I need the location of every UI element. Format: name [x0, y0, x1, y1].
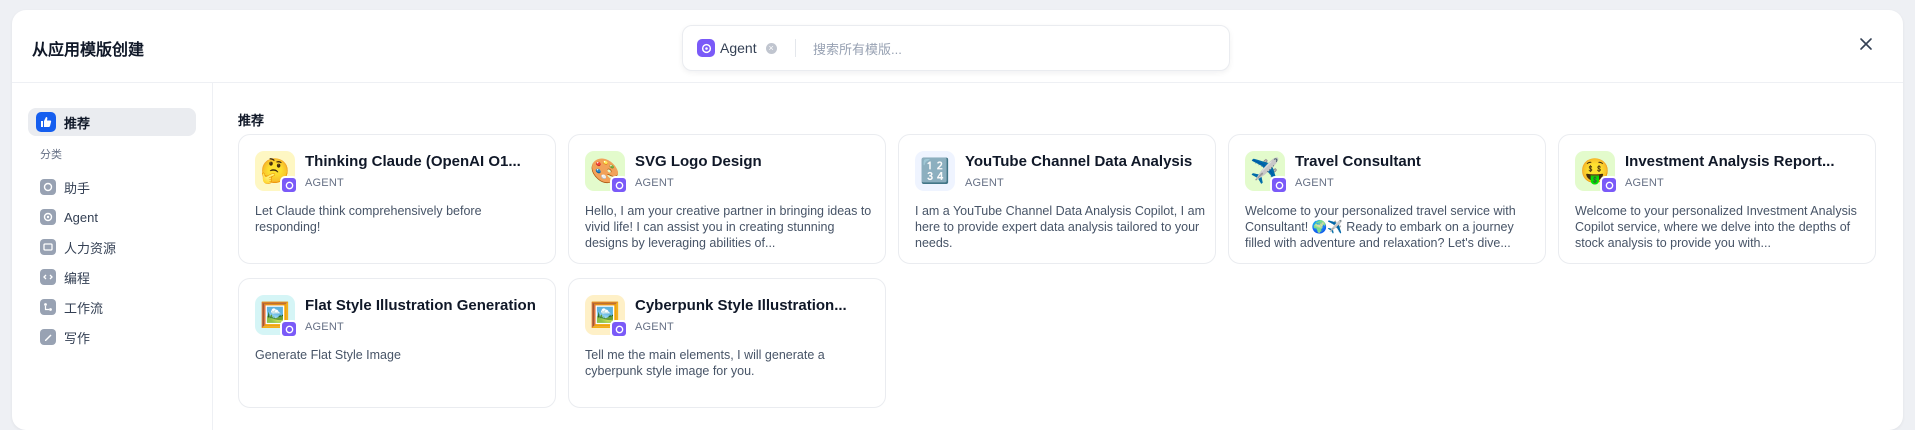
- card-type: AGENT: [1295, 177, 1334, 189]
- card-description: Generate Flat Style Image: [255, 348, 401, 362]
- template-card-cyberpunk-illustration[interactable]: 🖼️ Cyberpunk Style Illustration... AGENT…: [568, 278, 886, 408]
- card-description: I am a YouTube Channel Data Analysis Cop…: [915, 204, 1205, 250]
- agent-chip-label: Agent: [720, 40, 757, 56]
- agent-badge-icon: [1270, 176, 1288, 194]
- sidebar-item-label: Agent: [64, 209, 98, 225]
- template-card-youtube-analysis[interactable]: 🔢 YouTube Channel Data Analysis AGENT I …: [898, 134, 1216, 264]
- clear-filter-icon[interactable]: ×: [765, 42, 777, 54]
- card-description: Welcome to your personalized travel serv…: [1245, 204, 1516, 250]
- template-card-travel-consultant[interactable]: ✈️ Travel Consultant AGENT Welcome to yo…: [1228, 134, 1546, 264]
- search-input[interactable]: [811, 34, 1215, 64]
- card-description: Let Claude think comprehensively before …: [255, 204, 482, 234]
- card-title: Thinking Claude (OpenAI O1...: [305, 153, 521, 170]
- sidebar-item-label: 人力资源: [64, 240, 117, 256]
- card-icon-wrap: 🖼️: [255, 295, 298, 338]
- template-card-flat-style-illustration[interactable]: 🖼️ Flat Style Illustration Generation AG…: [238, 278, 556, 408]
- agent-chip-icon: [697, 39, 715, 57]
- card-icon-wrap: 🤔: [255, 151, 298, 194]
- agent-icon: [40, 209, 56, 225]
- card-description: Hello, I am your creative partner in bri…: [585, 204, 872, 250]
- create-from-template-modal: 从应用模版创建 Agent × 推荐 分类 助手: [12, 10, 1903, 430]
- hr-icon: [40, 239, 56, 255]
- sidebar-item-label: 编程: [64, 270, 91, 286]
- template-card-svg-logo-design[interactable]: 🎨 SVG Logo Design AGENT Hello, I am your…: [568, 134, 886, 264]
- assistant-icon: [40, 179, 56, 195]
- thumbs-up-icon: [36, 112, 56, 132]
- numbers-icon: 🔢: [915, 151, 955, 191]
- card-title: Travel Consultant: [1295, 153, 1421, 170]
- card-type: AGENT: [1625, 177, 1664, 189]
- workflow-icon: [40, 299, 56, 315]
- section-title: 推荐: [238, 113, 265, 128]
- close-icon: [1860, 38, 1872, 50]
- agent-badge-icon: [610, 176, 628, 194]
- category-heading: 分类: [40, 149, 62, 161]
- sidebar-item-label: 工作流: [64, 300, 104, 316]
- template-card-thinking-claude[interactable]: 🤔 Thinking Claude (OpenAI O1... AGENT Le…: [238, 134, 556, 264]
- modal-header: 从应用模版创建 Agent ×: [12, 10, 1903, 83]
- card-description: Welcome to your personalized Investment …: [1575, 204, 1857, 250]
- card-title: Investment Analysis Report...: [1625, 153, 1835, 170]
- card-type: AGENT: [965, 177, 1004, 189]
- card-title: Flat Style Illustration Generation: [305, 297, 536, 314]
- card-icon-wrap: 🎨: [585, 151, 628, 194]
- search-divider: [795, 39, 796, 57]
- card-icon-wrap: 🖼️: [585, 295, 628, 338]
- category-sidebar: 推荐 分类 助手 Agent 人力资源 编程 工作流 写作: [12, 82, 213, 430]
- card-type: AGENT: [305, 321, 344, 333]
- agent-badge-icon: [280, 320, 298, 338]
- card-type: AGENT: [305, 177, 344, 189]
- sidebar-item-label: 写作: [64, 330, 91, 346]
- sidebar-item-recommend[interactable]: 推荐: [28, 108, 196, 136]
- agent-filter-chip[interactable]: Agent ×: [697, 38, 777, 58]
- card-description: Tell me the main elements, I will genera…: [585, 348, 825, 378]
- sidebar-item-coding[interactable]: 编程: [28, 264, 196, 290]
- code-icon: [40, 269, 56, 285]
- card-icon-wrap: 🤑: [1575, 151, 1618, 194]
- template-search-bar: Agent ×: [682, 25, 1230, 71]
- agent-badge-icon: [280, 176, 298, 194]
- modal-title: 从应用模版创建: [32, 42, 145, 59]
- sidebar-item-label: 推荐: [64, 115, 91, 131]
- sidebar-item-workflow[interactable]: 工作流: [28, 294, 196, 320]
- sidebar-item-label: 助手: [64, 180, 91, 196]
- sidebar-item-assistant[interactable]: 助手: [28, 174, 196, 200]
- agent-badge-icon: [1600, 176, 1618, 194]
- card-title: Cyberpunk Style Illustration...: [635, 297, 847, 314]
- card-title: SVG Logo Design: [635, 153, 762, 170]
- template-card-investment-analysis[interactable]: 🤑 Investment Analysis Report... AGENT We…: [1558, 134, 1876, 264]
- sidebar-item-writing[interactable]: 写作: [28, 324, 196, 350]
- sidebar-item-hr[interactable]: 人力资源: [28, 234, 196, 260]
- sidebar-item-agent[interactable]: Agent: [28, 204, 196, 230]
- card-type: AGENT: [635, 321, 674, 333]
- card-title: YouTube Channel Data Analysis: [965, 153, 1193, 170]
- card-type: AGENT: [635, 177, 674, 189]
- card-icon-wrap: ✈️: [1245, 151, 1288, 194]
- card-icon-wrap: 🔢: [915, 151, 955, 191]
- close-button[interactable]: [1850, 28, 1882, 60]
- writing-icon: [40, 329, 56, 345]
- card-emoji: 🔢: [920, 157, 950, 185]
- agent-badge-icon: [610, 320, 628, 338]
